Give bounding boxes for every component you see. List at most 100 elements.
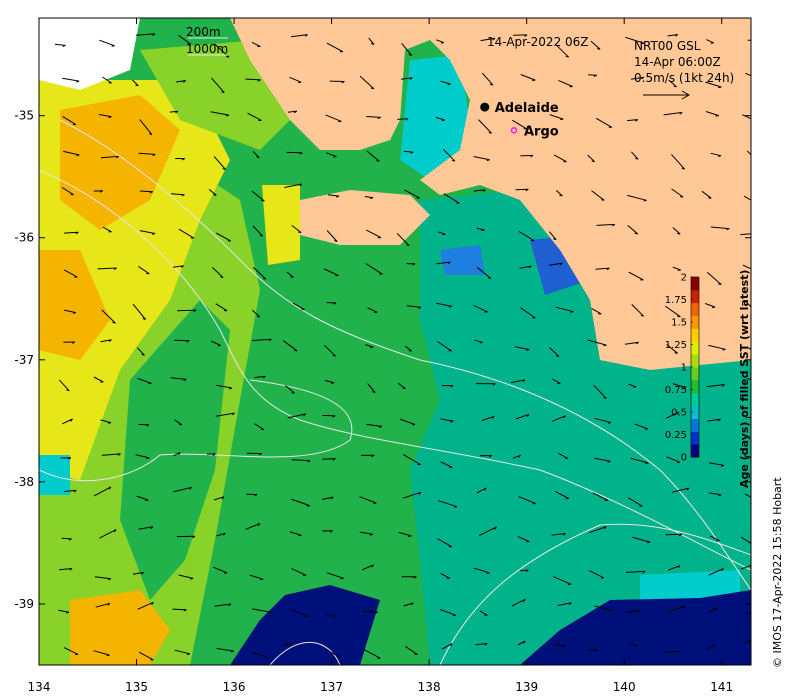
y-tick-label: -36 bbox=[14, 231, 34, 245]
current-arrow-head bbox=[570, 311, 574, 313]
current-arrow bbox=[61, 537, 72, 540]
colorbar-tick-label: 1.25 bbox=[665, 340, 687, 351]
colorbar-tick-label: 2 bbox=[681, 273, 687, 284]
y-tick-label: -38 bbox=[14, 475, 34, 489]
place-dot-icon bbox=[480, 102, 490, 112]
current-arrow-head bbox=[441, 119, 445, 122]
current-arrow-head bbox=[373, 502, 377, 504]
current-arrow-head bbox=[264, 656, 268, 658]
current-arrow-head bbox=[340, 577, 344, 580]
x-tick-label: 140 bbox=[613, 680, 636, 694]
current-arrow-head bbox=[290, 276, 294, 278]
sst-region-yellow-north bbox=[262, 185, 300, 265]
current-arrow-head bbox=[256, 315, 260, 318]
current-arrow-head bbox=[754, 638, 756, 640]
current-time: 14-Apr 06:00Z bbox=[634, 55, 721, 69]
current-arrow bbox=[588, 74, 597, 76]
colorbar-swatch bbox=[691, 277, 699, 291]
current-arrow-head bbox=[761, 416, 763, 418]
current-arrow-head bbox=[756, 459, 759, 460]
current-arrow-head bbox=[760, 40, 763, 42]
current-arrow-head bbox=[560, 118, 564, 121]
current-arrow-head bbox=[673, 85, 677, 88]
current-arrow bbox=[174, 339, 190, 342]
y-tick-label: -37 bbox=[14, 353, 34, 367]
current-arrow bbox=[177, 309, 197, 312]
current-arrow-head bbox=[376, 160, 380, 162]
current-arrow-head bbox=[213, 194, 217, 196]
current-arrow-head bbox=[111, 45, 115, 47]
current-arrow-head bbox=[306, 505, 310, 507]
current-arrow-head bbox=[408, 350, 412, 352]
current-arrow-head bbox=[291, 392, 295, 394]
colorbar-swatch bbox=[691, 444, 699, 458]
sst-age-map: 134 135 136 137 138 139 140 141 -35 -36 -37 -38 -39… bbox=[14, 17, 784, 694]
x-tick-label: 139 bbox=[515, 680, 538, 694]
current-arrow-head bbox=[261, 200, 265, 202]
current-arrow-head bbox=[708, 197, 712, 199]
current-scale: 0.5m/s (1kt 24h) bbox=[634, 71, 734, 85]
current-arrow-head bbox=[718, 283, 722, 285]
current-arrow-head bbox=[715, 115, 719, 117]
y-tick-label: -39 bbox=[14, 597, 34, 611]
colorbar-title: Age (days) of filled SST (wrt latest) bbox=[738, 270, 751, 488]
colorbar-tick-label: 1.5 bbox=[671, 318, 687, 329]
colorbar-tick-label: 0.25 bbox=[665, 430, 687, 441]
current-arrow-head bbox=[761, 606, 763, 609]
place-label: Argo bbox=[524, 124, 559, 139]
colorbar-swatch bbox=[691, 341, 699, 355]
current-arrow-head bbox=[601, 199, 605, 201]
current-arrow-head bbox=[712, 306, 716, 309]
x-tick-label: 136 bbox=[223, 680, 246, 694]
colorbar-swatch bbox=[691, 328, 699, 342]
x-tick-label: 138 bbox=[418, 680, 441, 694]
contour-legend-200m: 200m bbox=[186, 25, 221, 39]
current-arrow-head bbox=[603, 344, 607, 347]
colorbar-swatch bbox=[691, 379, 699, 394]
current-arrow-head bbox=[674, 352, 678, 354]
current-arrow bbox=[321, 458, 336, 460]
x-tick-label: 137 bbox=[320, 680, 343, 694]
place-label: Adelaide bbox=[495, 101, 559, 116]
colorbar-swatch bbox=[691, 354, 699, 368]
current-arrow bbox=[665, 533, 682, 536]
colorbar-swatch bbox=[691, 302, 699, 317]
current-arrow bbox=[515, 188, 529, 191]
current-arrow-head bbox=[262, 278, 267, 280]
current-arrow bbox=[363, 610, 378, 613]
colorbar-swatch bbox=[691, 431, 699, 445]
current-arrow bbox=[245, 78, 261, 81]
current-arrow-head bbox=[559, 194, 563, 197]
colorbar-tick-label: 0.5 bbox=[671, 408, 687, 419]
contour-legend-1000m: 1000m bbox=[186, 42, 228, 56]
current-arrow bbox=[139, 190, 153, 193]
colorbar-swatch bbox=[691, 367, 699, 381]
sst-region-blue-mid bbox=[440, 245, 485, 275]
current-arrow-head bbox=[677, 232, 681, 235]
current-arrow bbox=[520, 154, 534, 157]
current-arrow-head bbox=[754, 160, 757, 161]
sst-region-cyan-west bbox=[39, 455, 70, 495]
current-arrow-head bbox=[597, 48, 601, 50]
current-arrow-head bbox=[752, 310, 755, 311]
x-tick-label: 134 bbox=[28, 680, 51, 694]
colorbar-swatch bbox=[691, 289, 699, 304]
current-arrow-head bbox=[634, 232, 638, 235]
current-arrow-head bbox=[145, 499, 149, 502]
current-arrow-head bbox=[106, 654, 110, 657]
current-arrow-head bbox=[442, 233, 446, 236]
current-arrow-head bbox=[756, 233, 758, 235]
map-date: 14-Apr-2022 06Z bbox=[487, 35, 589, 49]
current-arrow bbox=[172, 608, 187, 611]
colorbar-tick-label: 0 bbox=[681, 453, 687, 464]
current-arrow-head bbox=[647, 541, 651, 544]
x-tick-label: 135 bbox=[125, 680, 148, 694]
colorbar-swatch bbox=[691, 392, 699, 407]
current-arrow-head bbox=[718, 86, 722, 89]
x-tick-label: 141 bbox=[710, 680, 733, 694]
current-arrow-head bbox=[408, 535, 412, 538]
colorbar-tick-label: 1.75 bbox=[665, 295, 687, 306]
colorbar-swatch bbox=[691, 418, 699, 432]
current-arrow-head bbox=[260, 578, 264, 581]
y-tick-label: -35 bbox=[14, 109, 34, 123]
